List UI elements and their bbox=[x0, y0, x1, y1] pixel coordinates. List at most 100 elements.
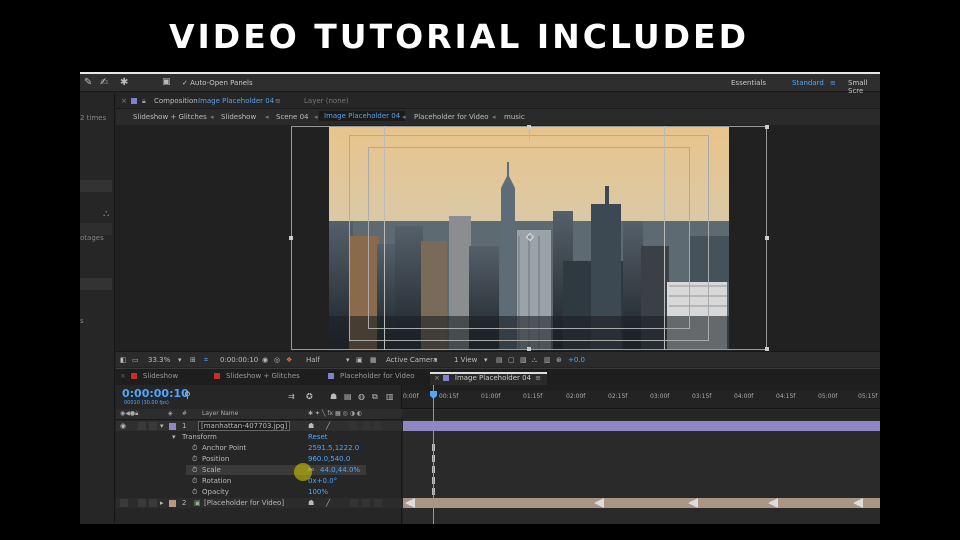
frame-blend-icon[interactable]: ▤ bbox=[344, 392, 352, 401]
channel-icon[interactable]: ◎ bbox=[274, 356, 280, 364]
snapshot-icon[interactable]: ◧ bbox=[120, 356, 127, 364]
layer-marker[interactable] bbox=[853, 498, 863, 508]
timeline-graph[interactable]: 0:00f 00:15f 01:00f 01:15f 02:00f 02:15f… bbox=[403, 385, 880, 524]
exposure-value[interactable]: +0.0 bbox=[568, 356, 585, 364]
lock-icon[interactable]: 🔒︎ bbox=[142, 97, 146, 106]
eye-icon[interactable]: ◉ bbox=[120, 422, 126, 430]
pen-tool-icon[interactable]: ✎ bbox=[84, 77, 92, 88]
time-ruler[interactable]: 0:00f 00:15f 01:00f 01:15f 02:00f 02:15f… bbox=[403, 391, 880, 409]
display-icon[interactable]: ▭ bbox=[132, 356, 139, 364]
property-value[interactable]: 100% bbox=[308, 488, 328, 496]
close-tab-icon[interactable]: × bbox=[121, 97, 127, 105]
reset-exposure-icon[interactable]: ⊛ bbox=[556, 356, 562, 364]
breadcrumb-item[interactable]: Slideshow bbox=[221, 113, 256, 121]
transform-handle[interactable] bbox=[527, 125, 531, 129]
layer-name[interactable]: [manhattan-407703.jpg] bbox=[198, 421, 291, 431]
chevron-down-icon[interactable]: ▾ bbox=[178, 356, 182, 364]
shy-switch-icon[interactable]: ☗ bbox=[308, 422, 314, 430]
tab-slideshow-glitches[interactable]: Slideshow + Glitches bbox=[210, 372, 322, 386]
camera-icon[interactable]: ◉ bbox=[262, 356, 268, 364]
stopwatch-icon[interactable]: ⏱︎ bbox=[192, 444, 197, 453]
solo-toggle[interactable] bbox=[138, 499, 146, 507]
tab-placeholder-for-video[interactable]: Placeholder for Video bbox=[324, 372, 426, 386]
lock-toggle[interactable] bbox=[149, 499, 157, 507]
puppet-tool-icon[interactable]: ✱ bbox=[120, 77, 128, 88]
region-icon[interactable]: ▣ bbox=[356, 356, 363, 364]
layer-row[interactable]: ▸ 2 ▣ [Placeholder for Video] ☗ ╱ bbox=[116, 498, 402, 508]
preview-icon[interactable]: ▥ bbox=[544, 356, 551, 364]
lock-toggle[interactable] bbox=[149, 422, 157, 430]
workspace-essentials[interactable]: Essentials bbox=[731, 79, 766, 87]
reset-link[interactable]: Reset bbox=[308, 433, 328, 441]
tab-menu-icon[interactable]: ≡ bbox=[275, 97, 281, 105]
layer-name[interactable]: [Placeholder for Video] bbox=[204, 499, 284, 507]
tab-menu-icon[interactable]: ≡ bbox=[535, 374, 541, 382]
expand-triangle-icon[interactable]: ▾ bbox=[172, 433, 176, 441]
search-icon[interactable]: ⚲ bbox=[184, 391, 191, 401]
motion-blur-icon[interactable]: ◍ bbox=[358, 392, 365, 401]
breadcrumb-item[interactable]: Placeholder for Video bbox=[414, 113, 489, 121]
switch-box[interactable] bbox=[350, 422, 358, 430]
chevron-down-icon[interactable]: ▾ bbox=[346, 356, 350, 364]
render-icon[interactable]: ▧ bbox=[520, 356, 527, 364]
tab-slideshow[interactable]: × Slideshow bbox=[116, 372, 208, 386]
workspace-standard[interactable]: Standard bbox=[792, 79, 824, 87]
network-icon[interactable]: ⛬ bbox=[103, 209, 109, 219]
composition-viewer[interactable] bbox=[116, 125, 880, 351]
draft-3d-icon[interactable]: ✪ bbox=[306, 392, 313, 401]
tab-image-placeholder-04[interactable]: × Image Placeholder 04 ≡ bbox=[430, 372, 547, 386]
comp-switch-icon[interactable]: ⇉ bbox=[288, 392, 295, 401]
breadcrumb-item[interactable]: Slideshow + Glitches bbox=[133, 113, 207, 121]
close-icon[interactable]: × bbox=[434, 374, 440, 382]
switch-box[interactable] bbox=[374, 499, 382, 507]
property-row[interactable]: ⏱︎ Anchor Point 2591.5,1222.0 bbox=[116, 443, 402, 453]
switch-box[interactable] bbox=[350, 499, 358, 507]
left-panel-row[interactable] bbox=[80, 180, 112, 192]
transform-handle[interactable] bbox=[289, 236, 293, 240]
color-icon[interactable]: ❖ bbox=[286, 356, 292, 364]
transform-handle[interactable] bbox=[765, 236, 769, 240]
stopwatch-icon[interactable]: ⏱︎ bbox=[192, 455, 197, 464]
camera-dropdown[interactable]: Active Camera bbox=[386, 356, 437, 364]
solo-toggle[interactable] bbox=[138, 422, 146, 430]
stopwatch-icon[interactable]: ⏱︎ bbox=[192, 477, 197, 486]
transform-group-row[interactable]: ▾ Transform Reset bbox=[116, 432, 402, 442]
switch-box[interactable] bbox=[362, 499, 370, 507]
close-icon[interactable]: × bbox=[120, 372, 126, 380]
viewer-timecode[interactable]: 0:00:00:10 bbox=[220, 356, 258, 364]
layer-marker[interactable] bbox=[768, 498, 778, 508]
property-row[interactable]: ⏱︎ Position 960.0,540.0 bbox=[116, 454, 402, 464]
layer-row[interactable]: ◉ ▾ 1 [manhattan-407703.jpg] ☗ ╱ bbox=[116, 421, 402, 431]
zoom-dropdown[interactable]: 33.3% bbox=[148, 356, 170, 364]
shy-switch-icon[interactable]: ☗ bbox=[308, 499, 314, 507]
quality-switch-icon[interactable]: ╱ bbox=[326, 422, 330, 430]
property-value[interactable]: 44.0,44.0% bbox=[320, 466, 360, 474]
chevron-down-icon[interactable]: ▾ bbox=[484, 356, 488, 364]
views-dropdown[interactable]: 1 View bbox=[454, 356, 477, 364]
chart-icon[interactable]: ▥ bbox=[386, 392, 394, 401]
layer-marker[interactable] bbox=[594, 498, 604, 508]
layer-bar-manhattan[interactable] bbox=[403, 421, 880, 431]
transform-handle[interactable] bbox=[765, 125, 769, 129]
breadcrumb-item[interactable]: music bbox=[504, 113, 525, 121]
auto-open-checkbox[interactable]: ✓ Auto-Open Panels bbox=[182, 79, 253, 87]
chevron-down-icon[interactable]: ▾ bbox=[434, 356, 438, 364]
breadcrumb-item[interactable]: Scene 04 bbox=[276, 113, 308, 121]
switch-box[interactable] bbox=[374, 422, 382, 430]
timeline-timecode[interactable]: 0:00:00:10 bbox=[122, 387, 189, 400]
eye-toggle[interactable] bbox=[120, 499, 128, 507]
shy-icon[interactable]: ☗ bbox=[330, 392, 337, 401]
property-value[interactable]: 0x+0.0° bbox=[308, 477, 337, 485]
stopwatch-icon[interactable]: ⏱︎ bbox=[192, 488, 197, 497]
label-color-swatch[interactable] bbox=[169, 423, 176, 430]
left-panel-row[interactable] bbox=[80, 278, 112, 290]
flowchart-icon[interactable]: ⛬ bbox=[532, 356, 537, 365]
property-value[interactable]: 960.0,540.0 bbox=[308, 455, 350, 463]
expand-triangle-icon[interactable]: ▸ bbox=[160, 499, 164, 507]
quality-switch-icon[interactable]: ╱ bbox=[326, 499, 330, 507]
mask-icon[interactable]: ⌗ bbox=[204, 356, 208, 365]
stopwatch-icon[interactable]: ⏱︎ bbox=[192, 466, 197, 475]
pixel-icon[interactable]: ▢ bbox=[508, 356, 515, 364]
graph-editor-icon[interactable]: ⧉ bbox=[372, 392, 378, 402]
breadcrumb-item-active[interactable]: Image Placeholder 04 bbox=[319, 111, 406, 121]
